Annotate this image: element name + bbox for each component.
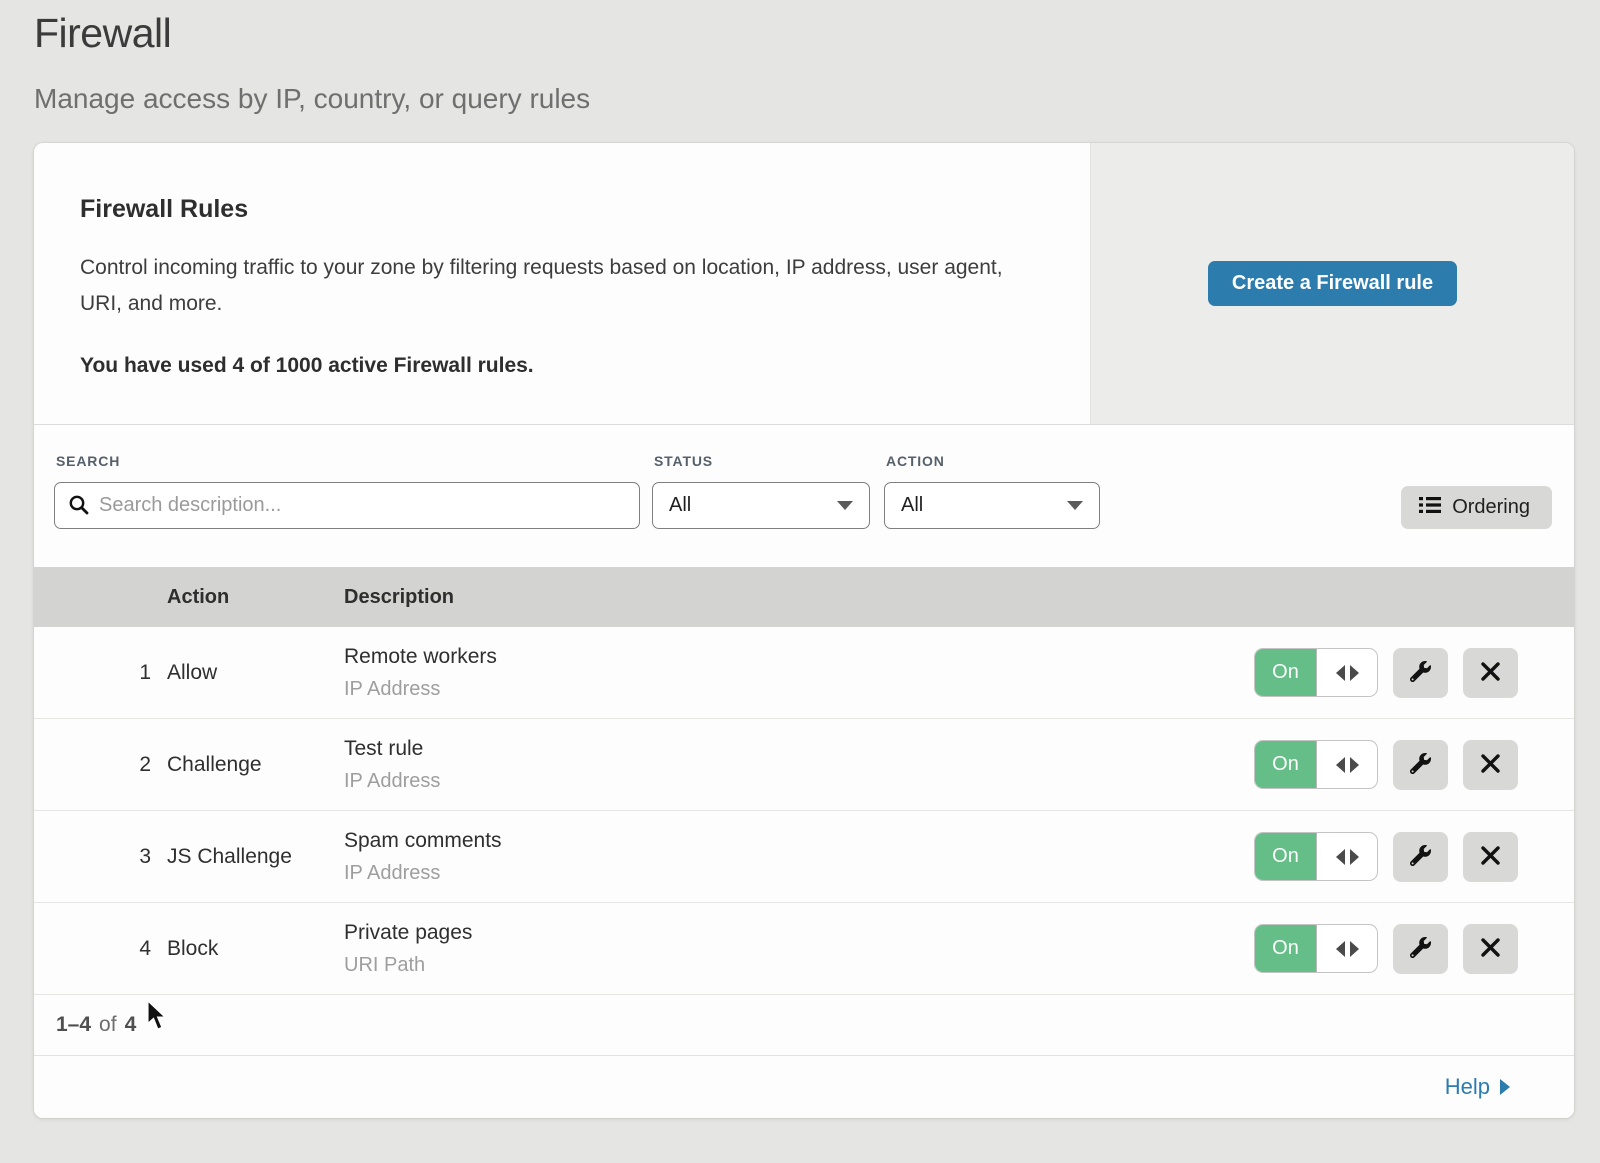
edit-rule-button[interactable] xyxy=(1393,648,1448,698)
close-icon xyxy=(1481,754,1500,776)
help-row: Help xyxy=(34,1056,1574,1118)
help-link-label: Help xyxy=(1445,1074,1490,1100)
filter-bar: SEARCH STATUS All ACTION All xyxy=(34,425,1574,567)
rule-priority: 3 xyxy=(34,845,167,869)
rule-description-cell: Private pages URI Path xyxy=(344,921,1254,977)
rule-enabled-toggle[interactable]: On xyxy=(1254,648,1378,697)
search-icon xyxy=(68,494,90,521)
rule-enabled-toggle[interactable]: On xyxy=(1254,740,1378,789)
toggle-arrows-icon xyxy=(1317,741,1377,788)
edit-rule-button[interactable] xyxy=(1393,740,1448,790)
rule-description: Test rule xyxy=(344,737,1254,761)
pagination-summary: 1–4 of 4 xyxy=(34,995,1574,1056)
close-icon xyxy=(1481,662,1500,684)
page-title: Firewall xyxy=(34,10,1600,57)
toggle-on-label: On xyxy=(1255,741,1317,788)
card-heading: Firewall Rules xyxy=(80,195,1030,224)
rule-description: Private pages xyxy=(344,921,1254,945)
firewall-rules-card-text: Firewall Rules Control incoming traffic … xyxy=(34,143,1090,424)
rule-description-cell: Remote workers IP Address xyxy=(344,645,1254,701)
column-description: Description xyxy=(344,586,1574,609)
card-description: Control incoming traffic to your zone by… xyxy=(80,250,1030,322)
rule-action: Block xyxy=(167,937,344,961)
create-firewall-rule-button[interactable]: Create a Firewall rule xyxy=(1208,261,1457,306)
card-usage-text: You have used 4 of 1000 active Firewall … xyxy=(80,354,1030,378)
firewall-panel: Firewall Rules Control incoming traffic … xyxy=(34,143,1574,1118)
rule-match-type: IP Address xyxy=(344,862,1254,885)
table-row: 4 Block Private pages URI Path On xyxy=(34,903,1574,995)
row-controls: On xyxy=(1254,832,1518,882)
search-filter-group: SEARCH xyxy=(54,453,640,529)
chevron-down-icon xyxy=(837,501,853,510)
status-select[interactable]: All xyxy=(652,482,870,529)
table-row: 1 Allow Remote workers IP Address On xyxy=(34,627,1574,719)
chevron-down-icon xyxy=(1067,501,1083,510)
action-filter-group: ACTION All xyxy=(870,453,1100,529)
rule-priority: 2 xyxy=(34,753,167,777)
count-of: of xyxy=(99,1013,117,1037)
wrench-icon xyxy=(1410,845,1431,869)
status-select-value: All xyxy=(669,494,691,517)
toggle-arrows-icon xyxy=(1317,649,1377,696)
column-action: Action xyxy=(167,586,344,609)
search-input[interactable] xyxy=(54,482,640,529)
rule-match-type: IP Address xyxy=(344,770,1254,793)
rule-match-type: IP Address xyxy=(344,678,1254,701)
action-label: ACTION xyxy=(886,453,1100,469)
row-controls: On xyxy=(1254,924,1518,974)
toggle-on-label: On xyxy=(1255,925,1317,972)
wrench-icon xyxy=(1410,753,1431,777)
ordering-button[interactable]: Ordering xyxy=(1401,486,1552,529)
delete-rule-button[interactable] xyxy=(1463,832,1518,882)
wrench-icon xyxy=(1410,937,1431,961)
page-header: Firewall Manage access by IP, country, o… xyxy=(0,0,1600,115)
rule-description-cell: Test rule IP Address xyxy=(344,737,1254,793)
create-rule-promo-area: Create a Firewall rule xyxy=(1090,143,1574,424)
action-select[interactable]: All xyxy=(884,482,1100,529)
rule-action: Allow xyxy=(167,661,344,685)
rule-enabled-toggle[interactable]: On xyxy=(1254,924,1378,973)
row-controls: On xyxy=(1254,740,1518,790)
row-controls: On xyxy=(1254,648,1518,698)
delete-rule-button[interactable] xyxy=(1463,924,1518,974)
count-total: 4 xyxy=(125,1013,137,1037)
edit-rule-button[interactable] xyxy=(1393,924,1448,974)
toggle-arrows-icon xyxy=(1317,833,1377,880)
search-wrap xyxy=(54,482,640,529)
rule-action: JS Challenge xyxy=(167,845,344,869)
toggle-arrows-icon xyxy=(1317,925,1377,972)
ordering-button-label: Ordering xyxy=(1452,496,1530,519)
delete-rule-button[interactable] xyxy=(1463,648,1518,698)
rule-action: Challenge xyxy=(167,753,344,777)
table-row: 2 Challenge Test rule IP Address On xyxy=(34,719,1574,811)
table-row: 3 JS Challenge Spam comments IP Address … xyxy=(34,811,1574,903)
rule-priority: 1 xyxy=(34,661,167,685)
chevron-right-icon xyxy=(1500,1079,1510,1095)
status-filter-group: STATUS All xyxy=(640,453,870,529)
rule-priority: 4 xyxy=(34,937,167,961)
close-icon xyxy=(1481,846,1500,868)
rule-match-type: URI Path xyxy=(344,954,1254,977)
rule-description: Remote workers xyxy=(344,645,1254,669)
firewall-rules-card: Firewall Rules Control incoming traffic … xyxy=(34,143,1574,425)
search-label: SEARCH xyxy=(56,453,640,469)
count-range: 1–4 xyxy=(56,1013,91,1037)
rule-description-cell: Spam comments IP Address xyxy=(344,829,1254,885)
ordering-list-icon xyxy=(1419,496,1441,520)
help-link[interactable]: Help xyxy=(1445,1074,1510,1100)
wrench-icon xyxy=(1410,661,1431,685)
page-subtitle: Manage access by IP, country, or query r… xyxy=(34,83,1600,115)
status-label: STATUS xyxy=(654,453,870,469)
toggle-on-label: On xyxy=(1255,833,1317,880)
action-select-value: All xyxy=(901,494,923,517)
rule-description: Spam comments xyxy=(344,829,1254,853)
toggle-on-label: On xyxy=(1255,649,1317,696)
close-icon xyxy=(1481,938,1500,960)
delete-rule-button[interactable] xyxy=(1463,740,1518,790)
edit-rule-button[interactable] xyxy=(1393,832,1448,882)
table-header: Action Description xyxy=(34,567,1574,627)
rule-enabled-toggle[interactable]: On xyxy=(1254,832,1378,881)
